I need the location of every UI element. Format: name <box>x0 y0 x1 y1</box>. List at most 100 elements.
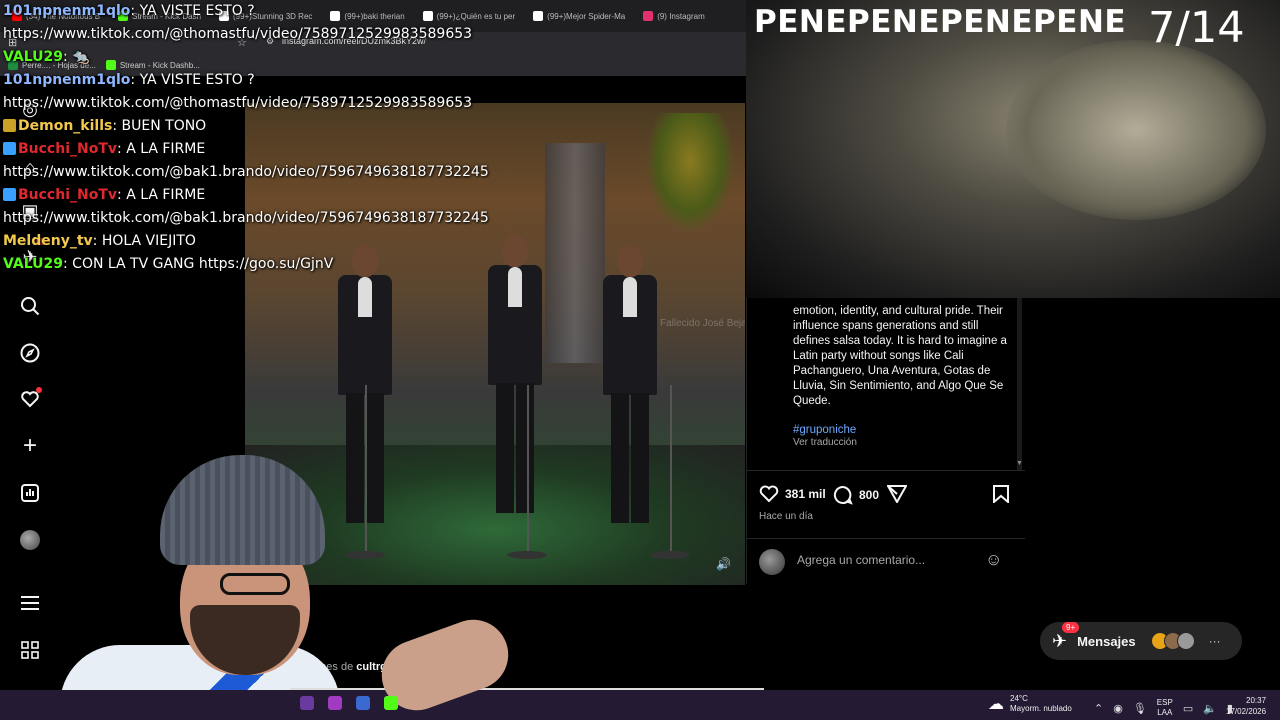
video-background-plant <box>645 113 735 233</box>
chat-badge-icon <box>3 188 16 201</box>
chat-username: Demon_kills <box>18 118 113 134</box>
more-icon: ··· <box>1208 634 1221 648</box>
video-singer-center <box>480 235 550 535</box>
taskbar-clock[interactable]: 20:37 17/02/2026 <box>1226 695 1266 717</box>
insights-icon[interactable] <box>19 482 41 504</box>
profile-avatar[interactable] <box>19 529 41 551</box>
scroll-down-arrow-icon[interactable]: ▼ <box>1016 460 1023 467</box>
chat-separator: : <box>130 72 140 88</box>
chat-message: Bucchi_NoTv: A LA FIRME <box>3 138 483 161</box>
tray-expand-icon[interactable]: ⌃ <box>1094 702 1103 715</box>
taskbar-app-icon[interactable] <box>328 696 342 710</box>
like-button[interactable]: 381 mil <box>759 485 826 503</box>
chat-badge-icon <box>3 119 16 132</box>
hashtag-link[interactable]: #gruponiche <box>793 424 856 436</box>
tab-label: (9) Instagram <box>657 11 705 21</box>
heart-icon[interactable] <box>19 387 42 410</box>
comment-count: 800 <box>859 488 880 502</box>
chat-text: YA VISTE ESTO ? <box>139 3 255 19</box>
apps-icon[interactable] <box>19 639 41 661</box>
mic-stand <box>527 385 529 555</box>
chat-separator: : <box>112 118 122 134</box>
bookmark-icon <box>993 485 1009 503</box>
taskbar-app-icon[interactable] <box>384 696 398 710</box>
chat-separator: : <box>117 187 127 203</box>
chat-text: https://www.tiktok.com/@thomastfu/video/… <box>3 26 473 42</box>
weather-temp: 24°C <box>1010 694 1028 703</box>
chat-separator: : <box>63 256 73 272</box>
taskbar-app-icon[interactable] <box>300 696 314 710</box>
chat-text: CON LA TV GANG https://goo.su/GjnV <box>72 256 334 272</box>
chat-message: Meldeny_tv: HOLA VIEJITO <box>3 230 483 253</box>
chat-message: Demon_kills: BUEN TONO <box>3 115 483 138</box>
comment-input[interactable]: Agrega un comentario... <box>797 553 925 567</box>
mic-base <box>345 551 385 559</box>
explore-icon[interactable] <box>19 342 41 364</box>
chat-username: 101npnenm1qlo <box>3 72 131 88</box>
chat-username: VALU29 <box>3 49 63 65</box>
chat-message: 101npnenm1qlo: YA VISTE ESTO ? <box>3 0 483 23</box>
reel-actions: 381 mil 800 Hace un día <box>747 470 1025 530</box>
chat-message: 101npnenm1qlo: YA VISTE ESTO ? <box>3 69 483 92</box>
chat-message: https://www.tiktok.com/@thomastfu/video/… <box>3 92 483 115</box>
comment-button[interactable]: 800 <box>833 485 879 505</box>
chat-text: https://www.tiktok.com/@bak1.brando/vide… <box>3 164 489 180</box>
chat-message: https://www.tiktok.com/@bak1.brando/vide… <box>3 161 489 184</box>
chat-username: Bucchi_NoTv <box>18 187 118 203</box>
translate-link[interactable]: Ver traducción <box>793 437 857 448</box>
chat-text: https://www.tiktok.com/@thomastfu/video/… <box>3 95 473 111</box>
system-tray: ⌃ ◉ 🎙 ESP LAA ▭ 🔈 ▮ <box>1094 698 1233 718</box>
like-count: 381 mil <box>785 487 826 501</box>
chat-message: VALU29: CON LA TV GANG https://goo.su/Gj… <box>3 253 483 276</box>
messages-button[interactable]: ✈ 9+ Mensajes ··· <box>1040 621 1242 660</box>
chat-text: A LA FIRME <box>126 141 206 157</box>
chat-username: 101npnenm1qlo <box>3 3 131 19</box>
tray-app-icon[interactable]: ◉ <box>1113 702 1123 715</box>
language-indicator[interactable]: ESP LAA <box>1157 698 1173 718</box>
weather-widget[interactable]: ☁ 24°C Mayorm. nublado <box>988 694 1072 714</box>
streamer-camera <box>40 455 340 720</box>
streamer-glasses <box>220 573 290 595</box>
video-overlay-text: Fallecido José Bejarano <box>660 318 745 329</box>
messages-avatars <box>1150 632 1195 650</box>
avatar <box>1176 632 1195 650</box>
emoji-icon[interactable]: ☺ <box>985 550 1002 570</box>
caption-scrollbar[interactable] <box>1017 298 1022 470</box>
clock-date: 17/02/2026 <box>1226 707 1267 716</box>
notification-dot <box>36 387 42 393</box>
windows-taskbar <box>0 690 1280 720</box>
chat-separator: : <box>63 49 73 65</box>
search-icon[interactable] <box>19 295 41 317</box>
cloud-icon: ☁ <box>988 696 1004 713</box>
messages-label: Mensajes <box>1077 633 1136 649</box>
taskbar-app-icon[interactable] <box>356 696 370 710</box>
chat-text: HOLA VIEJITO <box>101 233 196 249</box>
video-progress-bar[interactable] <box>290 688 764 690</box>
save-button[interactable] <box>993 485 1009 503</box>
chat-separator: : <box>130 3 140 19</box>
browser-tab[interactable]: (99+)Mejor Spider-Ma <box>525 3 633 29</box>
stream-overlay-title: PENEPENEPENEPENE <box>754 4 1127 40</box>
microphone-icon[interactable]: 🎙 <box>1133 702 1147 715</box>
menu-icon[interactable] <box>19 592 41 614</box>
chat-message: VALU29: 🐀 <box>3 46 483 69</box>
volume-icon[interactable]: 🔊 <box>716 557 731 571</box>
tab-favicon-icon <box>643 11 654 21</box>
speaker-icon[interactable]: 🔈 <box>1203 702 1217 715</box>
chat-username: Bucchi_NoTv <box>18 141 118 157</box>
network-icon[interactable]: ▭ <box>1183 702 1193 715</box>
messenger-icon: ✈ 9+ <box>1052 621 1080 652</box>
share-button[interactable] <box>887 485 907 503</box>
reel-caption: emotion, identity, and cultural pride. T… <box>793 305 1007 407</box>
chat-username: VALU29 <box>3 256 63 272</box>
create-icon[interactable]: + <box>19 432 41 459</box>
tab-favicon-icon <box>533 11 544 21</box>
reel-info-panel: emotion, identity, and cultural pride. T… <box>746 298 1025 584</box>
chat-message: https://www.tiktok.com/@bak1.brando/vide… <box>3 207 489 230</box>
streamer-beanie <box>160 455 325 565</box>
avatar <box>759 549 785 575</box>
browser-tab[interactable]: (9) Instagram <box>635 3 713 29</box>
share-icon <box>887 485 907 503</box>
keyboard-layout: LAA <box>1157 708 1173 717</box>
chat-text: YA VISTE ESTO ? <box>139 72 255 88</box>
